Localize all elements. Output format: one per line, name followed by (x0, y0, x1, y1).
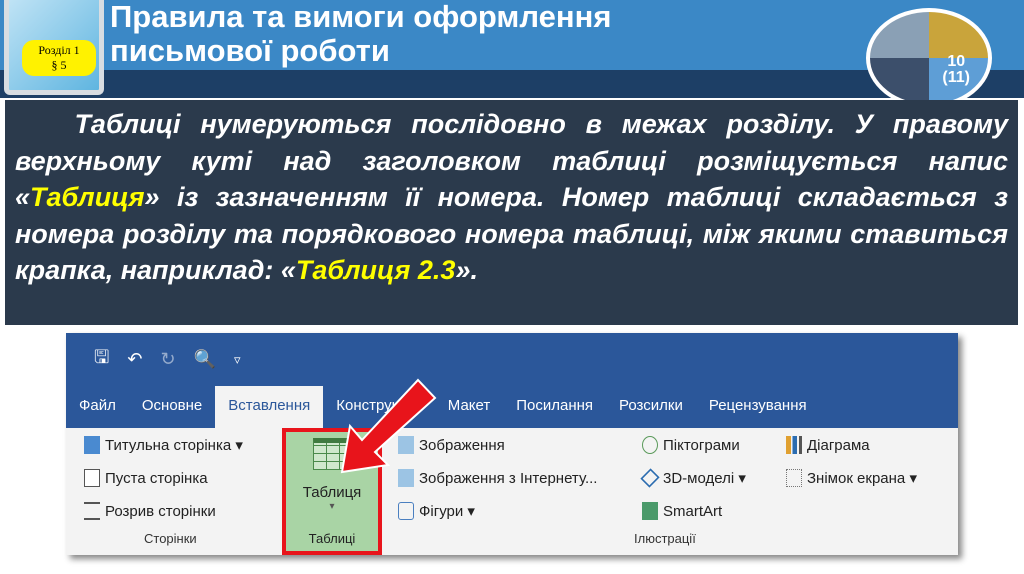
ribbon-tabs: Файл Основне Вставлення Конструктор Маке… (66, 386, 958, 428)
tab-references[interactable]: Посилання (503, 386, 606, 428)
label: SmartArt (663, 502, 723, 520)
redo-icon[interactable]: ↻ (160, 349, 175, 370)
section-badge: Розділ 1 § 5 (22, 40, 96, 76)
text-part: » із зазначенням її номера. Номер таблиц… (15, 182, 1008, 285)
screenshot-button[interactable]: Знімок екрана ▾ (786, 469, 917, 487)
blank-page-icon (84, 469, 100, 487)
rule-text: Таблиці нумеруються послідовно в межах р… (5, 100, 1018, 325)
title-line-2: письмової роботи (110, 33, 390, 68)
label: Пуста сторінка (105, 469, 208, 487)
label: Знімок екрана ▾ (807, 470, 917, 487)
screenshot-icon (786, 469, 802, 487)
smartart-button[interactable]: SmartArt (642, 502, 722, 520)
label: Фігури ▾ (419, 503, 475, 520)
cover-page-icon (84, 436, 100, 454)
page-title: Правила та вимоги оформлення письмової ро… (110, 0, 611, 68)
blank-page-button[interactable]: Пуста сторінка (84, 469, 208, 487)
label: Піктограми (663, 436, 740, 454)
label: Титульна сторінка ▾ (105, 437, 243, 454)
cover-page-button[interactable]: Титульна сторінка ▾ (84, 436, 243, 454)
table-dropdown-icon: ▾ (329, 501, 335, 512)
shapes-button[interactable]: Фігури ▾ (398, 502, 475, 520)
grade-logo: 10 (11) (866, 8, 992, 108)
title-line-1: Правила та вимоги оформлення (110, 0, 612, 34)
save-icon[interactable]: 🖫 (94, 345, 109, 375)
page-break-button[interactable]: Розрив сторінки (84, 502, 216, 520)
3d-models-button[interactable]: 3D-моделі ▾ (640, 468, 746, 488)
badge-paragraph: § 5 (51, 58, 67, 72)
label: Зображення з Інтернету... (419, 469, 598, 487)
tab-review[interactable]: Рецензування (696, 386, 820, 428)
grade-alt: (11) (942, 69, 970, 86)
group-illustrations-label: Ілюстрації (634, 531, 696, 546)
icons-icon (642, 436, 658, 454)
smartart-icon (642, 502, 658, 520)
print-preview-icon[interactable]: 🔍 (194, 349, 216, 370)
tab-file[interactable]: Файл (66, 386, 129, 428)
tab-mailings[interactable]: Розсилки (606, 386, 696, 428)
grade-number: 10 (947, 53, 966, 70)
page-break-icon (84, 502, 100, 520)
table-label: Таблиця (302, 484, 362, 501)
chart-button[interactable]: Діаграма (786, 436, 870, 454)
red-arrow-pointer (340, 378, 437, 474)
tab-home[interactable]: Основне (129, 386, 215, 428)
highlight-example: Таблиця 2.3 (295, 255, 456, 285)
tab-layout[interactable]: Макет (435, 386, 503, 428)
3d-models-icon (640, 468, 660, 488)
text-part: ». (455, 255, 478, 285)
label: Розрив сторінки (105, 502, 216, 520)
word-ribbon-screenshot: 🖫 ↶ ↻ 🔍 ▿ Файл Основне Вставлення Констр… (66, 333, 958, 555)
undo-icon[interactable]: ↶ (127, 349, 142, 370)
customize-icon[interactable]: ▿ (234, 352, 241, 368)
label: 3D-моделі ▾ (663, 470, 746, 487)
icons-button[interactable]: Піктограми (642, 436, 740, 454)
badge-section: Розділ 1 (38, 43, 80, 57)
chart-icon (786, 436, 802, 454)
group-tables-label: Таблиці (308, 531, 356, 546)
quick-access-toolbar: 🖫 ↶ ↻ 🔍 ▿ (66, 333, 958, 386)
shapes-icon (398, 502, 414, 520)
ribbon-insert: Титульна сторінка ▾ Пуста сторінка Розри… (66, 428, 958, 555)
label: Діаграма (807, 436, 870, 454)
group-pages-label: Сторінки (144, 531, 197, 546)
highlight-table: Таблиця (30, 182, 145, 212)
